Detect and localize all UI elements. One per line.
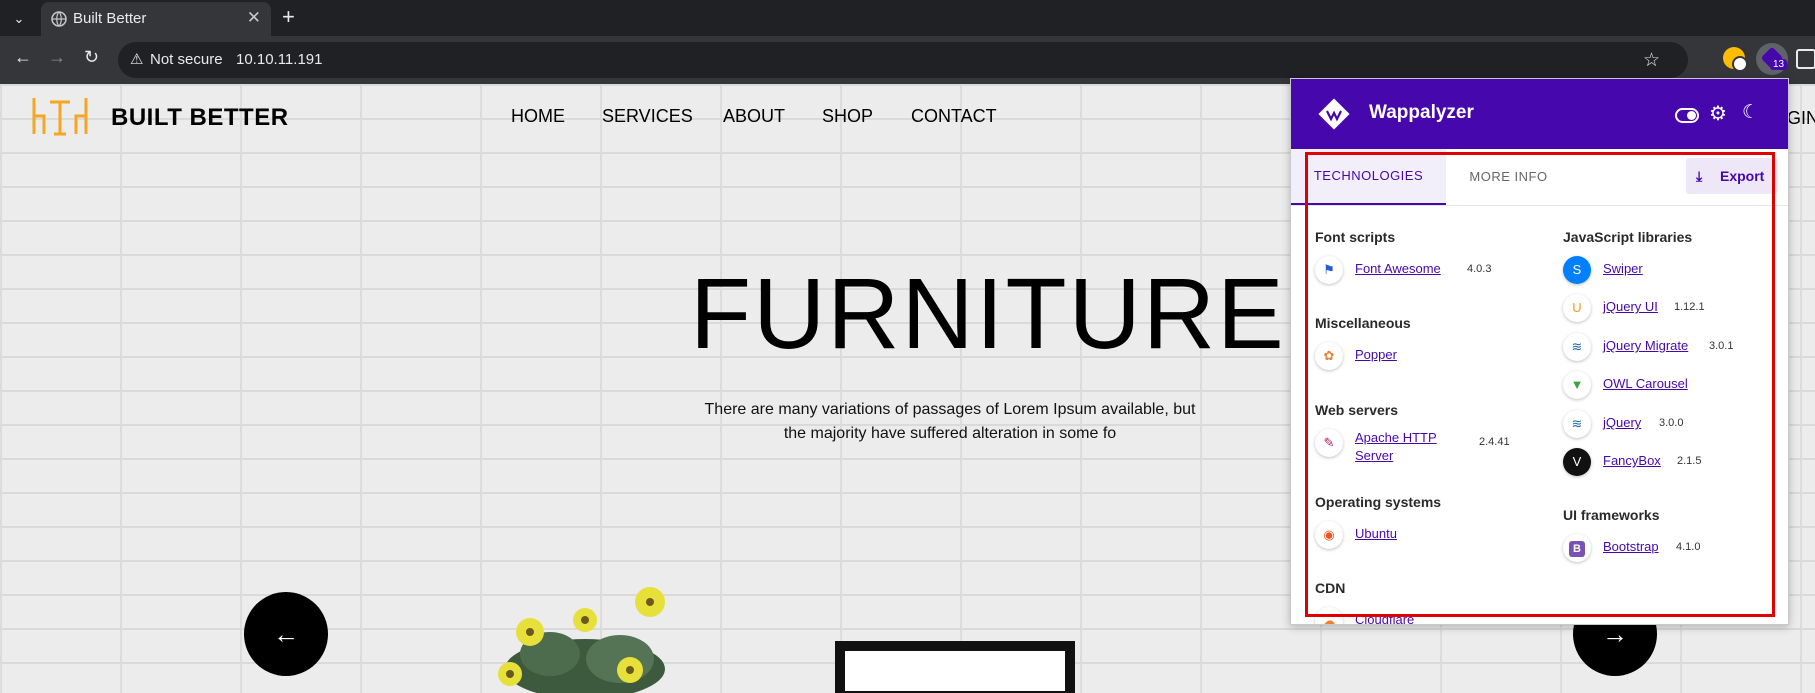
back-icon[interactable]: ← — [14, 47, 32, 68]
tech-name[interactable]: Cloudflare — [1355, 612, 1414, 624]
cloudflare-icon: ☁ — [1315, 607, 1343, 624]
close-tab-icon[interactable]: ✕ — [247, 8, 261, 28]
technologies-list: Font scripts ⚑ Font Awesome 4.0.3 Miscel… — [1291, 206, 1788, 624]
wappalyzer-logo-icon — [1318, 98, 1350, 130]
bookmark-star-icon[interactable]: ☆ — [1643, 49, 1660, 72]
reload-icon[interactable]: ↻ — [84, 47, 99, 68]
nav-contact[interactable]: CONTACT — [911, 106, 997, 127]
wappalyzer-extension-icon[interactable]: 13 — [1756, 43, 1788, 75]
ubuntu-icon: ◉ — [1315, 521, 1343, 549]
hero-text: There are many variations of passages of… — [640, 398, 1260, 446]
browser-tab[interactable]: Built Better ✕ — [41, 2, 271, 36]
tab-search-icon[interactable]: ⌄ — [8, 8, 30, 30]
tech-name[interactable]: Apache HTTP Server — [1355, 429, 1455, 465]
swiper-icon: S — [1563, 256, 1591, 284]
globe-icon — [51, 11, 67, 27]
tech-name[interactable]: jQuery — [1603, 415, 1641, 430]
extension-badge-icon — [1732, 56, 1748, 72]
tab-more-info[interactable]: MORE INFO — [1446, 149, 1571, 205]
tech-name[interactable]: FancyBox — [1603, 453, 1661, 468]
tech-name[interactable]: Ubuntu — [1355, 526, 1397, 541]
fancybox-icon: V — [1563, 448, 1591, 476]
picture-frame-image — [835, 641, 1075, 693]
category-ui-frameworks: UI frameworks — [1563, 507, 1660, 523]
tech-version: 3.0.0 — [1659, 417, 1684, 429]
category-miscellaneous: Miscellaneous — [1315, 315, 1411, 331]
site-brand[interactable]: BUILT BETTER — [111, 104, 289, 132]
nav-services[interactable]: SERVICES — [602, 106, 693, 127]
moon-icon[interactable]: ☾ — [1742, 101, 1759, 124]
gear-icon[interactable]: ⚙ — [1709, 101, 1727, 126]
forward-icon[interactable]: → — [48, 47, 66, 68]
warning-icon[interactable]: ⚠ — [130, 50, 143, 68]
tech-version: 4.1.0 — [1676, 541, 1701, 553]
owl-carousel-icon: ▼ — [1563, 371, 1591, 399]
toggle-icon[interactable] — [1675, 108, 1699, 123]
slider-prev-button[interactable]: ← — [244, 592, 328, 676]
tab-strip: ⌄ Built Better ✕ + — [0, 0, 1815, 36]
tab-title: Built Better — [73, 10, 147, 27]
tech-name[interactable]: Font Awesome — [1355, 261, 1441, 276]
jquery-icon: ≋ — [1563, 410, 1591, 438]
omnibox[interactable]: ⚠ Not secure 10.10.11.191 ☆ — [118, 42, 1688, 78]
hero-title: FURNITURE — [690, 258, 1286, 370]
tech-name[interactable]: Popper — [1355, 347, 1397, 362]
tech-name[interactable]: Swiper — [1603, 261, 1643, 276]
nav-shop[interactable]: SHOP — [822, 106, 873, 127]
category-javascript-libraries: JavaScript libraries — [1563, 229, 1693, 245]
wappalyzer-popup: Wappalyzer ⚙ ☾ TECHNOLOGIES MORE INFO ⤓ … — [1290, 78, 1789, 625]
chair-table-logo-icon[interactable] — [30, 94, 90, 138]
tech-name[interactable]: jQuery UI — [1603, 299, 1658, 314]
tech-version: 2.4.41 — [1479, 436, 1510, 448]
wappalyzer-title: Wappalyzer — [1369, 102, 1474, 123]
new-tab-button[interactable]: + — [282, 4, 295, 30]
export-button[interactable]: ⤓ Export — [1686, 158, 1778, 194]
address-toolbar: ← → ↻ ⚠ Not secure 10.10.11.191 ☆ — [0, 36, 1815, 84]
security-label[interactable]: Not secure — [150, 51, 223, 68]
nav-login-partial[interactable]: GIN — [1787, 108, 1815, 129]
jquery-icon: ≋ — [1563, 333, 1591, 361]
wappalyzer-header: Wappalyzer ⚙ ☾ — [1291, 79, 1788, 149]
url-text[interactable]: 10.10.11.191 — [236, 51, 322, 68]
export-label: Export — [1720, 168, 1765, 184]
bootstrap-icon: B — [1569, 541, 1585, 557]
tech-name[interactable]: Bootstrap — [1603, 539, 1659, 554]
cookie-extension-icon[interactable] — [1723, 47, 1748, 72]
tech-name[interactable]: OWL Carousel — [1603, 376, 1688, 391]
category-font-scripts: Font scripts — [1315, 229, 1396, 245]
category-cdn: CDN — [1315, 580, 1346, 596]
tech-version: 3.0.1 — [1709, 340, 1734, 352]
nav-home[interactable]: HOME — [511, 106, 565, 127]
extension-count-badge: 13 — [1770, 59, 1788, 70]
category-operating-systems: Operating systems — [1315, 494, 1442, 510]
hero-text-line: the majority have suffered alteration in… — [783, 425, 1117, 442]
flower-pot-image — [498, 587, 665, 693]
category-web-servers: Web servers — [1315, 402, 1399, 418]
wappalyzer-tabs: TECHNOLOGIES MORE INFO ⤓ Export — [1291, 149, 1788, 206]
tab-technologies[interactable]: TECHNOLOGIES — [1291, 149, 1446, 205]
extensions-puzzle-icon[interactable] — [1796, 49, 1815, 69]
tech-name[interactable]: jQuery Migrate — [1603, 338, 1688, 353]
download-icon: ⤓ — [1696, 168, 1703, 184]
tech-version: 1.12.1 — [1674, 301, 1705, 313]
hero-text-line: There are many variations of passages of… — [704, 401, 1196, 418]
tech-version: 4.0.3 — [1467, 263, 1492, 275]
popper-icon: ✿ — [1315, 342, 1343, 370]
nav-about[interactable]: ABOUT — [723, 106, 785, 127]
jquery-ui-icon: U — [1563, 294, 1591, 322]
tech-version: 2.1.5 — [1677, 455, 1702, 467]
flag-icon: ⚑ — [1315, 256, 1343, 284]
apache-feather-icon: ✎ — [1315, 429, 1343, 457]
